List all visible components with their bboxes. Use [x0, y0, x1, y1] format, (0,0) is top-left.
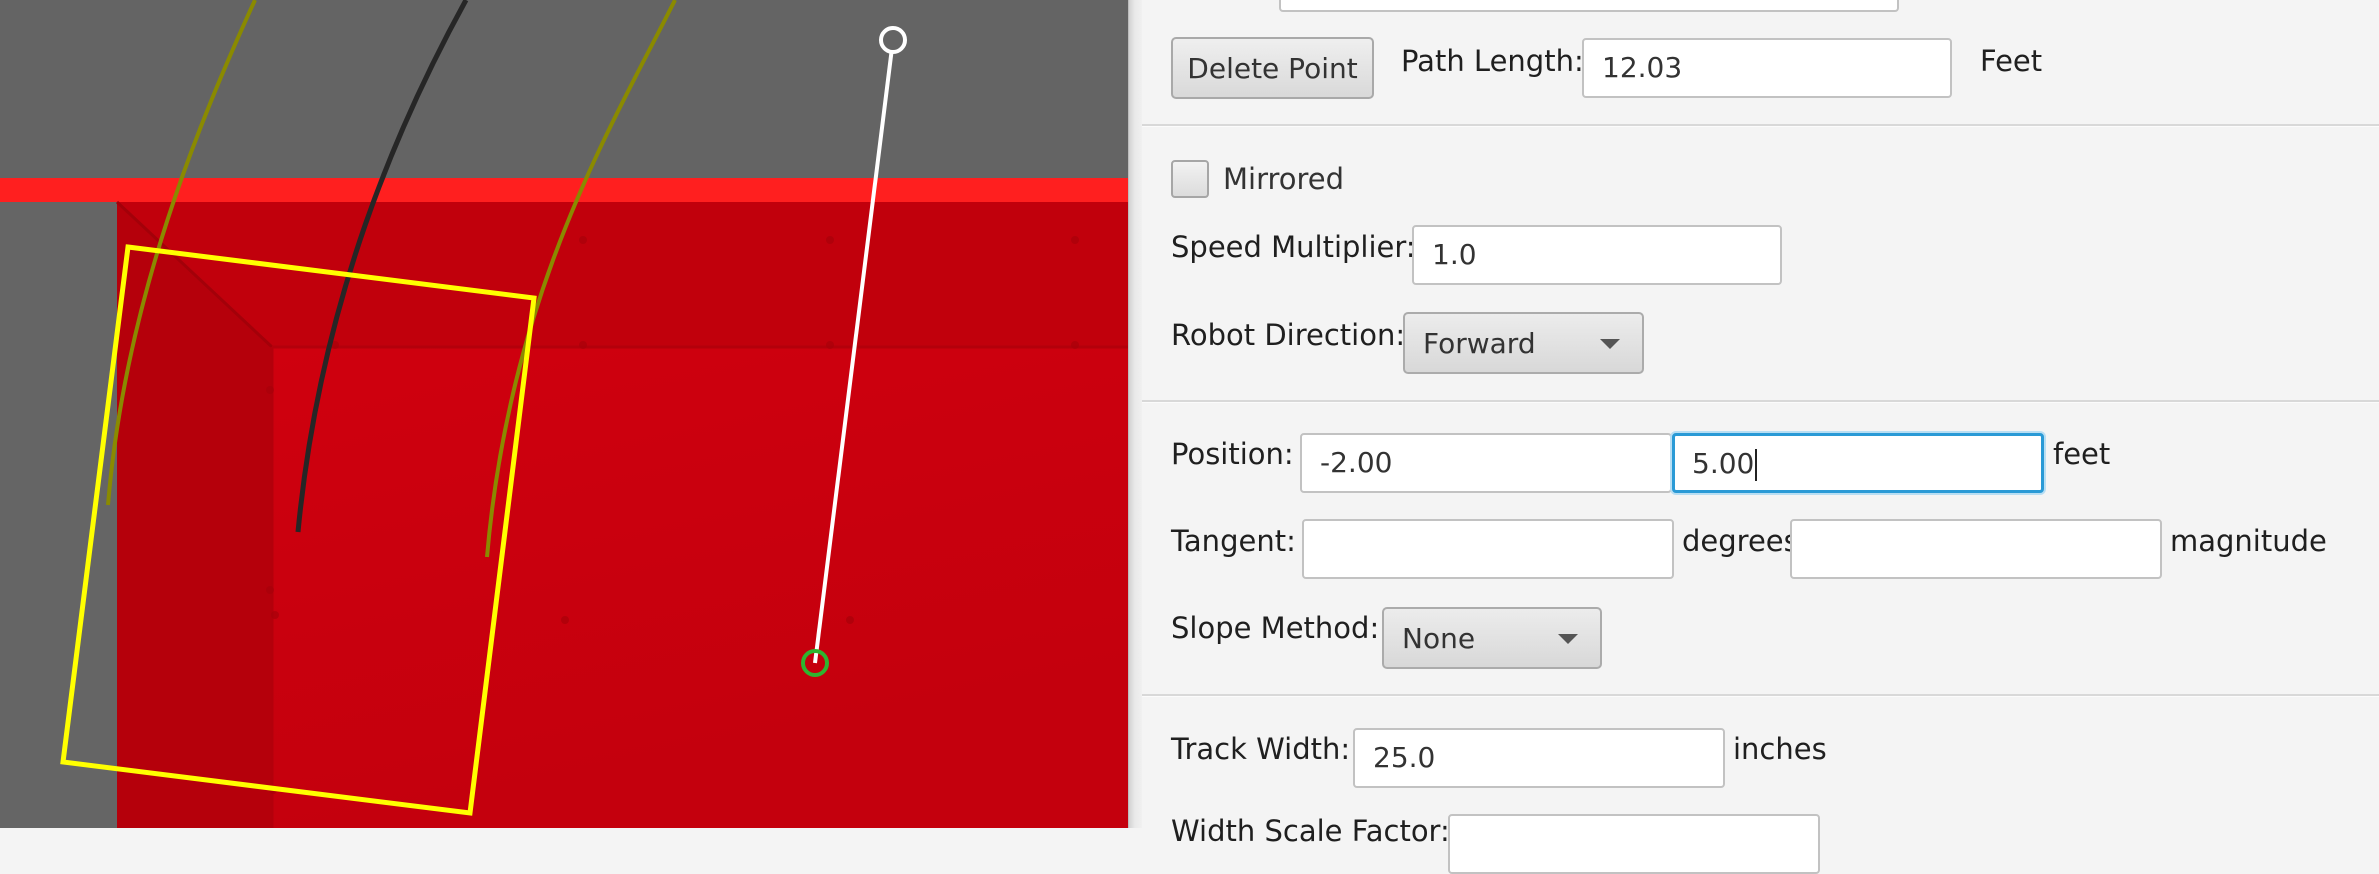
speed-multiplier-label: Speed Multiplier: [1171, 230, 1416, 264]
separator [1142, 694, 2379, 697]
field-notch [0, 202, 117, 828]
tangent-degrees-unit: degrees [1682, 524, 1799, 558]
robot-direction-value: Forward [1423, 326, 1536, 360]
split-pane-divider[interactable] [1128, 0, 1143, 828]
speed-multiplier-field[interactable]: 1.0 [1412, 225, 1782, 285]
tangent-magnitude-unit: magnitude [2170, 524, 2327, 558]
robot-direction-dropdown[interactable]: Forward [1403, 312, 1644, 374]
position-unit: feet [2053, 437, 2111, 471]
separator [1142, 400, 2379, 403]
position-label: Position: [1171, 437, 1294, 471]
mirrored-checkbox[interactable] [1171, 160, 1209, 198]
waypoint-name-field[interactable] [1279, 0, 1899, 12]
track-width-label: Track Width: [1171, 732, 1351, 766]
field-inner-panel [117, 202, 1128, 347]
path-length-unit: Feet [1980, 44, 2043, 78]
field-drawing[interactable] [0, 0, 1128, 828]
tangent-magnitude-field[interactable] [1790, 519, 2162, 579]
chevron-down-icon [1600, 339, 1620, 349]
track-width-field[interactable]: 25.0 [1353, 728, 1725, 788]
field-canvas[interactable] [0, 0, 1128, 828]
tangent-degrees-field[interactable] [1302, 519, 1674, 579]
field-boundary-line [0, 178, 1128, 202]
waypoint-properties-panel: Delete Point Path Length: 12.03 Feet Mir… [1142, 0, 2379, 874]
text-cursor [1755, 449, 1758, 481]
tangent-label: Tangent: [1171, 524, 1296, 558]
chevron-down-icon [1558, 634, 1578, 644]
mirrored-label[interactable]: Mirrored [1223, 165, 1344, 194]
robot-direction-label: Robot Direction: [1171, 318, 1406, 352]
position-y-field[interactable]: 5.00 [1672, 433, 2044, 493]
width-scale-field[interactable] [1448, 814, 1820, 874]
slope-method-value: None [1402, 621, 1476, 655]
track-width-unit: inches [1733, 732, 1827, 766]
path-length-label: Path Length: [1401, 44, 1584, 78]
width-scale-label: Width Scale Factor: [1171, 814, 1450, 848]
path-length-field[interactable]: 12.03 [1582, 38, 1952, 98]
slope-method-dropdown[interactable]: None [1382, 607, 1602, 669]
delete-point-button[interactable]: Delete Point [1171, 37, 1374, 99]
tangent-handle-point[interactable] [879, 26, 907, 54]
position-x-field[interactable]: -2.00 [1300, 433, 1672, 493]
position-y-value: 5.00 [1692, 447, 1755, 480]
slope-method-label: Slope Method: [1171, 611, 1380, 645]
separator [1142, 124, 2379, 127]
